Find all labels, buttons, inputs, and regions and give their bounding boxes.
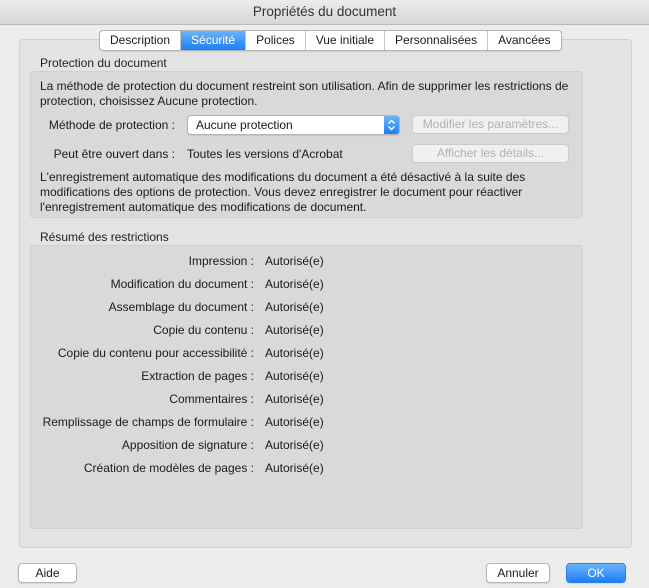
restriction-value: Autorisé(e)	[265, 415, 324, 429]
tab-advanced[interactable]: Avancées	[488, 31, 560, 50]
protection-section-title: Protection du document	[40, 56, 167, 70]
protection-method-select[interactable]: Aucune protection	[187, 115, 400, 135]
restriction-value: Autorisé(e)	[265, 254, 324, 268]
help-button[interactable]: Aide	[18, 563, 77, 583]
restriction-value: Autorisé(e)	[265, 277, 324, 291]
modify-settings-button[interactable]: Modifier les paramètres...	[412, 115, 569, 134]
protection-intro-line1: La méthode de protection du document res…	[40, 79, 569, 93]
tab-bar: Description Sécurité Polices Vue initial…	[99, 30, 562, 51]
select-arrows-icon	[384, 116, 399, 134]
tab-fonts[interactable]: Polices	[246, 31, 306, 50]
restriction-value: Autorisé(e)	[265, 323, 324, 337]
restriction-value: Autorisé(e)	[265, 369, 324, 383]
autosave-line2: modifications des options de protection.…	[40, 185, 523, 199]
restriction-value: Autorisé(e)	[265, 461, 324, 475]
tab-security[interactable]: Sécurité	[181, 31, 247, 50]
method-label: Méthode de protection :	[48, 118, 175, 132]
restriction-value: Autorisé(e)	[265, 392, 324, 406]
restriction-label: Impression :	[188, 254, 254, 268]
restriction-label: Apposition de signature :	[121, 438, 254, 452]
cancel-button[interactable]: Annuler	[486, 563, 550, 583]
restriction-value: Autorisé(e)	[265, 438, 324, 452]
ok-button[interactable]: OK	[566, 563, 626, 583]
restriction-label: Copie du contenu pour accessibilité :	[57, 346, 254, 360]
restriction-value: Autorisé(e)	[265, 346, 324, 360]
restriction-label: Commentaires :	[169, 392, 254, 406]
protection-method-value: Aucune protection	[196, 118, 293, 132]
tab-custom[interactable]: Personnalisées	[385, 31, 489, 50]
restriction-label: Extraction de pages :	[141, 369, 254, 383]
restriction-label: Copie du contenu :	[153, 323, 254, 337]
restriction-label: Assemblage du document :	[108, 300, 254, 314]
restriction-value: Autorisé(e)	[265, 300, 324, 314]
tab-description[interactable]: Description	[100, 31, 182, 50]
open-in-label: Peut être ouvert dans :	[53, 147, 175, 161]
protection-intro-line2: protection, choisissez Aucune protection…	[40, 94, 258, 108]
show-details-button[interactable]: Afficher les détails...	[412, 144, 569, 163]
restriction-label: Remplissage de champs de formulaire :	[42, 415, 254, 429]
restriction-label: Modification du document :	[110, 277, 254, 291]
autosave-line1: L'enregistrement automatique des modific…	[40, 170, 526, 184]
restrictions-section-title: Résumé des restrictions	[40, 230, 169, 244]
window-title: Propriétés du document	[0, 0, 649, 25]
tab-initial-view[interactable]: Vue initiale	[306, 31, 386, 50]
restriction-label: Création de modèles de pages :	[83, 461, 254, 475]
open-in-value: Toutes les versions d'Acrobat	[187, 147, 343, 161]
autosave-line3: l'enregistrement automatique des modific…	[40, 200, 367, 214]
